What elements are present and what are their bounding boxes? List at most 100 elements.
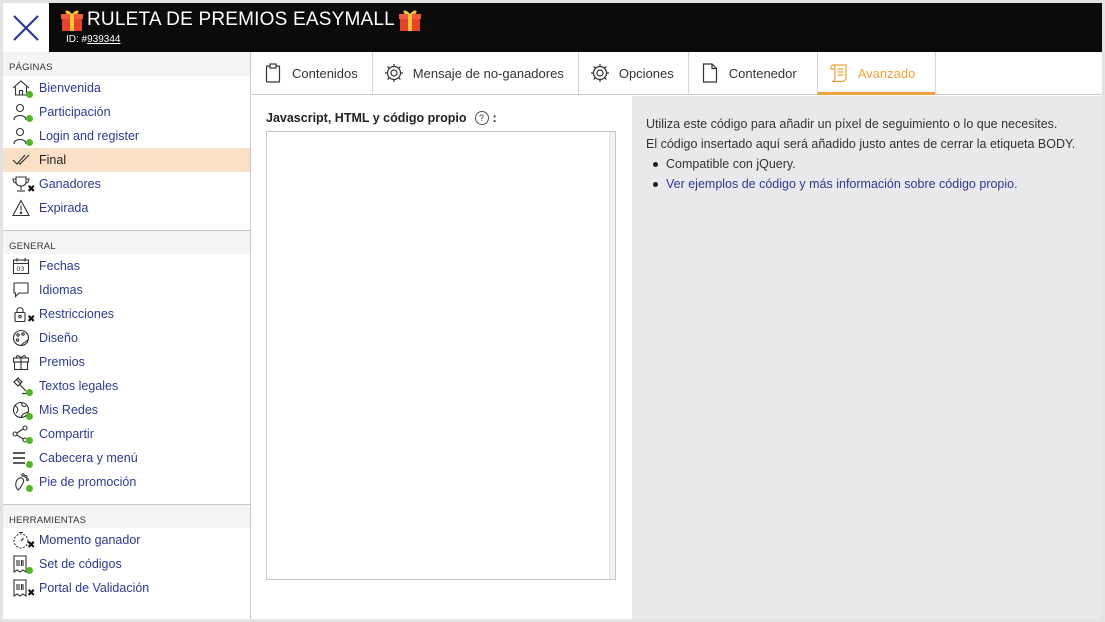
sidebar-item-compartir[interactable]: Compartir [3, 422, 250, 446]
footprint-icon [11, 472, 35, 492]
info-text: Utiliza este código para añadir un píxel… [646, 117, 1058, 131]
sidebar-item-bienvenida[interactable]: Bienvenida [3, 76, 250, 100]
status-complete-dot [26, 115, 33, 122]
status-incomplete-x: ✖ [27, 184, 36, 195]
lock-icon: ✖ [11, 304, 36, 325]
code-ticket-icon: ✖ [11, 578, 35, 599]
gear-icon [383, 62, 405, 84]
sidebar-item-label: Momento ganador [39, 533, 141, 547]
sidebar-item-label: Bienvenida [39, 81, 101, 95]
sidebar-item-label: Expirada [39, 201, 89, 215]
document-icon [699, 62, 721, 84]
tab-label: Contenidos [292, 65, 358, 81]
sidebar-item-momento-ganador[interactable]: ✖ Momento ganador [3, 528, 250, 552]
custom-code-textarea[interactable] [266, 131, 616, 580]
status-complete-dot [26, 389, 33, 396]
status-complete-dot [26, 437, 33, 444]
status-complete-dot [26, 91, 33, 98]
app-id-prefix: ID: # [66, 34, 88, 45]
sidebar-item-ganadores[interactable]: ✖ Ganadores [3, 172, 250, 196]
sidebar-item-label: Fechas [39, 259, 80, 273]
warning-icon [11, 198, 35, 218]
sidebar-item-premios[interactable]: Premios [3, 350, 250, 374]
sidebar-section-title: GENERAL [3, 230, 250, 254]
gift-emoji-icon [61, 10, 83, 31]
sidebar-item-label: Restricciones [39, 307, 115, 321]
gift-icon [11, 352, 35, 372]
code-examples-link[interactable]: Ver ejemplos de código y más información… [666, 177, 1018, 191]
tab-bar: Contenidos Mensaje de no-ganadores Opcio… [252, 52, 1102, 95]
gear-icon [589, 62, 611, 84]
gavel-icon [11, 376, 35, 396]
info-panel: Utiliza este código para añadir un píxel… [632, 96, 1102, 619]
tab-contenedor[interactable]: Contenedor [689, 52, 818, 94]
sidebar-item-final[interactable]: Final [3, 148, 250, 172]
sidebar-section-title: PÁGINAS [3, 52, 250, 76]
code-ticket-icon [11, 554, 35, 574]
share-icon [11, 424, 35, 444]
list-item: Ver ejemplos de código y más información… [646, 174, 1102, 194]
globe-icon [11, 400, 35, 420]
sidebar-item-portal-validacion[interactable]: ✖ Portal de Validación [3, 576, 250, 600]
gift-emoji-icon [398, 10, 421, 31]
sidebar-item-label: Ganadores [39, 177, 101, 191]
sidebar-item-textos-legales[interactable]: Textos legales [3, 374, 250, 398]
app-title-text: RULETA DE PREMIOS EASYMALL [87, 9, 395, 30]
app-window: RULETA DE PREMIOS EASYMALL ID: #939344 P… [3, 3, 1102, 619]
sidebar-item-diseno[interactable]: Diseño [3, 326, 250, 350]
app-id: ID: #939344 [66, 34, 121, 45]
user-edit-icon [11, 126, 35, 146]
sidebar-item-label: Textos legales [39, 379, 119, 393]
sidebar-item-set-codigos[interactable]: Set de códigos [3, 552, 250, 576]
close-button[interactable] [3, 3, 49, 52]
menu-icon [11, 448, 35, 468]
sidebar-item-fechas[interactable]: 03 Fechas [3, 254, 250, 278]
sidebar-item-mis-redes[interactable]: Mis Redes [3, 398, 250, 422]
tab-avanzado[interactable]: Avanzado [817, 52, 937, 95]
status-incomplete-x: ✖ [27, 314, 36, 325]
page-title: RULETA DE PREMIOS EASYMALL [60, 8, 422, 32]
tab-mensaje-no-ganadores[interactable]: Mensaje de no-ganadores [373, 52, 579, 94]
editor-panel: Javascript, HTML y código propio ? : [252, 96, 632, 619]
status-complete-dot [26, 413, 33, 420]
sidebar-item-cabecera-menu[interactable]: Cabecera y menú [3, 446, 250, 470]
status-incomplete-x: ✖ [27, 540, 36, 551]
close-icon [13, 14, 39, 41]
status-complete-dot [26, 485, 33, 492]
tab-label: Avanzado [857, 65, 916, 81]
palette-icon [11, 328, 35, 348]
textarea-scrollbar[interactable] [609, 132, 615, 579]
tab-opciones[interactable]: Opciones [579, 52, 689, 94]
sidebar-item-login-register[interactable]: Login and register [3, 124, 250, 148]
sidebar-item-pie-promocion[interactable]: Pie de promoción [3, 470, 250, 494]
sidebar-section-title: HERRAMIENTAS [3, 504, 250, 528]
sidebar-item-expirada[interactable]: Expirada [3, 196, 250, 220]
tab-contenidos[interactable]: Contenidos [252, 52, 373, 94]
sidebar-item-label: Final [39, 153, 67, 167]
sidebar-item-participacion[interactable]: Participación [3, 100, 250, 124]
calendar-icon: 03 [11, 256, 35, 276]
sidebar-item-label: Diseño [39, 331, 78, 345]
sidebar-item-label: Portal de Validación [39, 581, 150, 595]
sidebar-item-idiomas[interactable]: Idiomas [3, 278, 250, 302]
sidebar-item-label: Mis Redes [39, 403, 99, 417]
status-complete-dot [26, 461, 33, 468]
tab-label: Opciones [618, 65, 674, 81]
sidebar: PÁGINAS Bienvenida Participación Login a… [3, 52, 251, 619]
sidebar-item-label: Participación [39, 105, 111, 119]
speech-bubble-icon [11, 280, 35, 300]
status-complete-dot [26, 567, 33, 574]
sidebar-item-label: Pie de promoción [39, 475, 137, 489]
info-text: El código insertado aquí será añadido ju… [646, 137, 1076, 151]
help-icon[interactable]: ? [474, 111, 489, 125]
status-complete-dot [26, 139, 33, 146]
sidebar-item-label: Set de códigos [39, 557, 122, 571]
sidebar-item-label: Premios [39, 355, 85, 369]
sidebar-item-label: Compartir [39, 427, 94, 441]
app-id-link[interactable]: 939344 [87, 34, 120, 45]
sidebar-item-label: Idiomas [39, 283, 83, 297]
info-list: Compatible con jQuery. Ver ejemplos de c… [646, 154, 1102, 194]
stopwatch-icon: ✖ [11, 530, 36, 551]
sidebar-item-restricciones[interactable]: ✖ Restricciones [3, 302, 250, 326]
clipboard-icon [262, 62, 284, 84]
